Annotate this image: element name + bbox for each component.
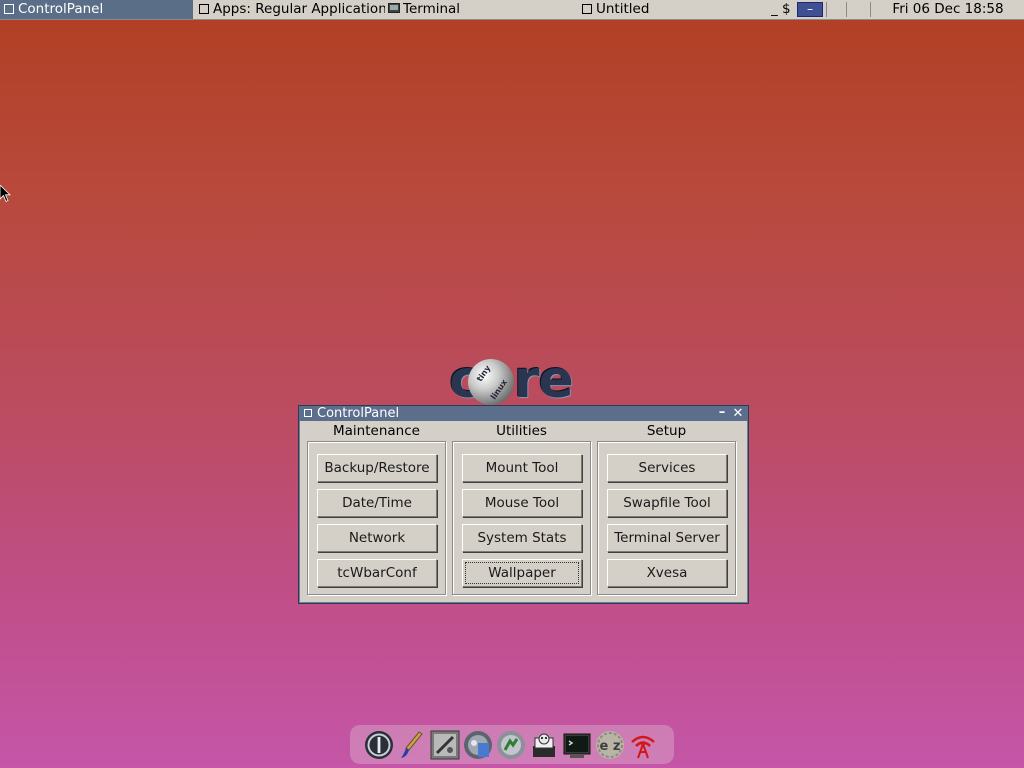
- mount-tool-button[interactable]: Mount Tool: [462, 454, 582, 482]
- control-panel-icon[interactable]: [430, 730, 460, 760]
- taskbar: ControlPanel Apps: Regular Applications …: [0, 0, 1024, 20]
- taskbar-window-apps[interactable]: Apps: Regular Applications: [195, 0, 385, 19]
- group-utilities: Mount Tool Mouse Tool System Stats Wallp…: [452, 441, 591, 595]
- taskbar-divider: [826, 2, 827, 17]
- heading-setup: Setup: [646, 423, 687, 439]
- swapfile-tool-button[interactable]: Swapfile Tool: [607, 489, 727, 517]
- mouse-cursor-icon: [0, 185, 11, 203]
- terminal-server-button[interactable]: Terminal Server: [607, 524, 727, 552]
- editor-icon[interactable]: [529, 730, 559, 760]
- heading-utilities: Utilities: [496, 423, 547, 439]
- window-box-icon: [582, 4, 592, 14]
- minimize-button[interactable]: –: [716, 406, 728, 421]
- date-time-button[interactable]: Date/Time: [317, 489, 437, 517]
- logo-ball-icon: tiny linux: [468, 359, 514, 405]
- taskbar-divider: [846, 2, 847, 17]
- services-button[interactable]: Services: [607, 454, 727, 482]
- minimize-all-icon[interactable]: –: [797, 2, 823, 17]
- group-setup: Services Swapfile Tool Terminal Server X…: [597, 441, 736, 595]
- tray-symbols[interactable]: _ $: [771, 0, 795, 19]
- close-button[interactable]: ✕: [731, 406, 745, 421]
- network-button[interactable]: Network: [317, 524, 437, 552]
- taskbar-window-terminal[interactable]: Terminal: [386, 0, 578, 19]
- system-stats-button[interactable]: System Stats: [462, 524, 582, 552]
- logo-word-tiny: tiny: [475, 363, 493, 384]
- group-maintenance: Backup/Restore Date/Time Network tcWbarC…: [307, 441, 446, 595]
- paintbrush-icon[interactable]: [397, 730, 427, 760]
- power-icon[interactable]: [364, 730, 394, 760]
- backup-restore-button[interactable]: Backup/Restore: [317, 454, 437, 482]
- window-box-icon: [199, 4, 209, 14]
- apps-icon[interactable]: [496, 730, 526, 760]
- mouse-tool-button[interactable]: Mouse Tool: [462, 489, 582, 517]
- ezremaster-icon[interactable]: e z: [595, 730, 625, 760]
- terminal-icon: [388, 3, 400, 13]
- control-panel-titlebar[interactable]: ControlPanel – ✕: [299, 406, 748, 421]
- clock: Fri 06 Dec 18:58: [892, 1, 1004, 17]
- mount-icon[interactable]: [463, 730, 493, 760]
- logo-word-linux: linux: [489, 377, 510, 402]
- window-title: ControlPanel: [317, 406, 400, 421]
- taskbar-window-untitled[interactable]: Untitled: [578, 0, 768, 19]
- wbar-dock: e z: [350, 725, 674, 764]
- control-panel-window: ControlPanel – ✕ Maintenance Backup/Rest…: [298, 405, 749, 604]
- tcwbarconf-button[interactable]: tcWbarConf: [317, 559, 437, 587]
- taskbar-window-controlpanel[interactable]: ControlPanel: [0, 0, 193, 19]
- window-menu-icon[interactable]: [304, 409, 312, 417]
- xvesa-button[interactable]: Xvesa: [607, 559, 727, 587]
- ezremaster-label: e z: [600, 739, 621, 754]
- wallpaper-button[interactable]: Wallpaper: [462, 559, 582, 587]
- window-box-icon: [4, 4, 14, 14]
- terminal-icon[interactable]: [562, 730, 592, 760]
- wifi-icon[interactable]: [628, 730, 658, 760]
- heading-maintenance: Maintenance: [333, 423, 420, 439]
- taskbar-divider: [870, 2, 871, 17]
